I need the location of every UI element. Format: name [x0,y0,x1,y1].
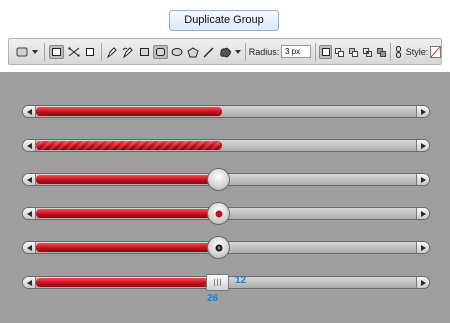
right-arrow-icon[interactable] [416,208,429,219]
slider-knob-plain[interactable] [22,168,430,191]
separator [101,43,102,61]
right-arrow-icon[interactable] [416,174,429,185]
intersect-icon[interactable] [361,45,374,59]
slider-fill [36,278,208,287]
options-toolbar: Radius: 3 px Style: [8,38,442,65]
ellipse-icon[interactable] [170,45,183,59]
paths-icon[interactable] [67,45,81,59]
slider-fill [36,209,218,218]
add-icon[interactable] [333,45,346,59]
left-arrow-icon[interactable] [23,242,36,253]
slider-fill [36,175,218,184]
fill-pixels-icon[interactable] [83,45,97,59]
link-icon[interactable] [393,45,403,59]
separator [315,43,316,61]
shape-layers-icon[interactable] [49,45,64,59]
dropdown-arrow-icon[interactable] [234,45,242,59]
dark-dot-icon [215,244,222,251]
subtract-icon[interactable] [347,45,360,59]
slider-knob[interactable] [207,236,230,259]
left-arrow-icon[interactable] [23,140,36,151]
exclude-icon[interactable] [375,45,388,59]
freeform-pen-icon[interactable] [121,45,135,59]
separator [44,43,45,61]
new-layer-icon[interactable] [319,45,332,59]
right-arrow-icon[interactable] [416,242,429,253]
left-arrow-icon[interactable] [23,208,36,219]
style-swatch-icon[interactable] [429,45,441,59]
radius-input[interactable]: 3 px [281,45,311,58]
slider-striped[interactable] [22,139,430,152]
rounded-rectangle-icon[interactable] [153,45,168,59]
slider-fill [36,141,222,150]
top-area: Duplicate Group [0,0,450,36]
slider-handle-measured[interactable] [22,274,430,291]
right-arrow-icon[interactable] [416,277,429,288]
height-measurement: 12 [235,275,247,286]
radius-label: Radius: [248,47,280,57]
rectangle-icon[interactable] [138,45,151,59]
right-arrow-icon[interactable] [416,140,429,151]
custom-shape-icon[interactable] [218,45,232,59]
polygon-icon[interactable] [186,45,199,59]
separator [245,43,246,61]
grip-icon [214,279,222,286]
line-icon[interactable] [202,45,215,59]
slider-knob-red-dot[interactable] [22,202,430,225]
slider-knob-dark-dot[interactable] [22,236,430,259]
pen-icon[interactable] [105,45,119,59]
slider-knob[interactable] [207,202,230,225]
right-arrow-icon[interactable] [416,106,429,117]
style-label: Style: [405,47,429,57]
slider-handle[interactable] [206,274,229,291]
slider-fill [36,243,218,252]
shape-tool-icon[interactable] [15,45,29,59]
left-arrow-icon[interactable] [23,106,36,117]
canvas: 12 26 [0,72,450,323]
dropdown-arrow-icon[interactable] [31,45,39,59]
left-arrow-icon[interactable] [23,277,36,288]
left-arrow-icon[interactable] [23,174,36,185]
duplicate-group-button[interactable]: Duplicate Group [169,10,279,31]
slider-plain[interactable] [22,105,430,118]
separator [390,43,391,61]
red-dot-icon [215,210,222,217]
slider-fill [36,107,222,116]
width-measurement: 26 [207,293,219,304]
slider-knob[interactable] [207,168,230,191]
